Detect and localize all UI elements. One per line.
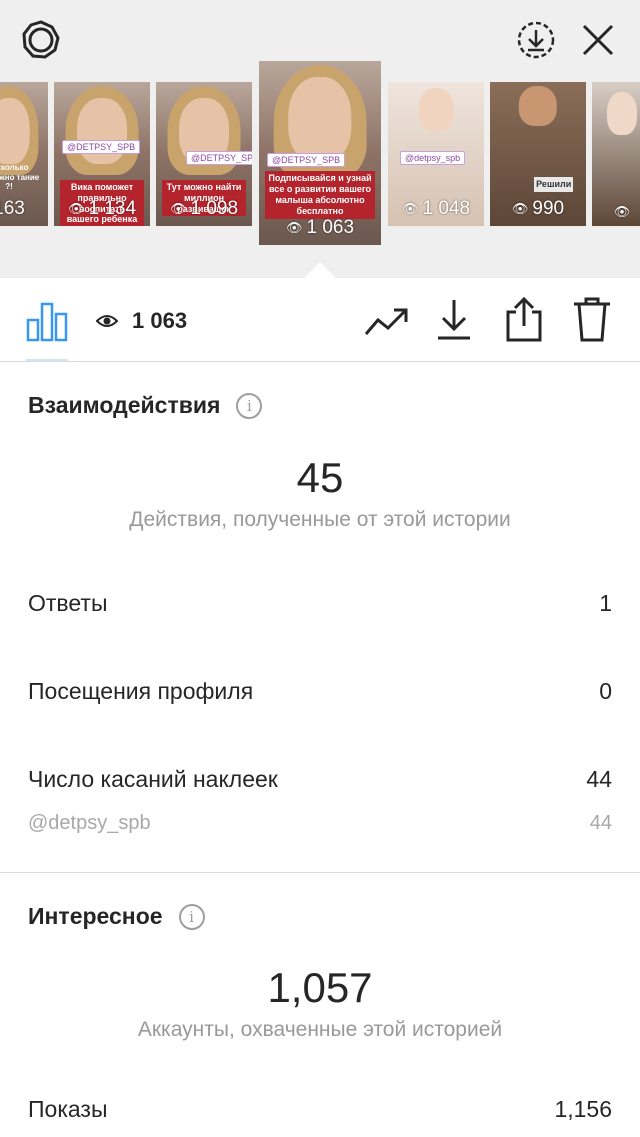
thumbnail-photo [518, 86, 558, 127]
thumbnail-photo [288, 77, 352, 162]
story-views: 👁 1 048 [388, 198, 484, 220]
metric-row-sticker-taps: Число касаний наклеек 44 [28, 766, 612, 793]
discovery-total: 1,057 [267, 964, 373, 1011]
download-icon[interactable] [434, 298, 474, 342]
close-icon[interactable] [576, 18, 620, 62]
mention-sticker: @DETPSY_SPB [267, 153, 346, 167]
story-caption: Подписывайся и узнай все о развитии ваше… [265, 171, 375, 219]
story-view-count: 1 048 [422, 198, 471, 219]
metric-label: Показы [28, 1096, 108, 1122]
metric-subvalue: 44 [589, 812, 612, 834]
story-thumbnail[interactable]: @detpsy_spb 👁 1 048 [388, 82, 484, 226]
story-thumbnail-strip[interactable]: о сколько ть,важно тание ?! 163 @DETPSY_… [0, 61, 640, 246]
promote-trend-icon[interactable] [364, 302, 410, 342]
section-divider [0, 872, 640, 873]
info-icon[interactable]: i [236, 392, 263, 419]
section-title: Интересное [28, 903, 163, 929]
delete-trash-icon[interactable] [572, 296, 612, 342]
thumbnail-photo [0, 98, 30, 165]
story-views: 👁 1 063 [259, 217, 381, 239]
story-header: о сколько ть,важно тание ?! 163 @DETPSY_… [0, 0, 640, 278]
settings-gear-icon[interactable] [19, 18, 63, 62]
thumbnail-photo [77, 98, 127, 165]
section-title: Взаимодействия [28, 392, 221, 418]
story-view-count: 1 134 [88, 198, 137, 219]
story-view-count: 990 [532, 198, 565, 219]
eye-icon [96, 315, 118, 327]
metric-value: 1,156 [554, 1096, 612, 1122]
story-thumbnail-selected[interactable]: @DETPSY_SPB Подписывайся и узнай все о р… [259, 61, 381, 245]
discovery-total-label: Аккаунты, охваченные этой историей [137, 1018, 503, 1041]
metric-label: Число касаний наклеек [28, 766, 278, 792]
story-view-count: 163 [0, 198, 25, 219]
thumbnail-photo [418, 88, 454, 132]
story-views: 163 [0, 198, 48, 220]
active-tab-indicator [26, 359, 68, 361]
metric-value: 1 [599, 590, 612, 616]
view-count: 1 063 [96, 308, 187, 334]
eye-icon: 👁 [285, 220, 303, 235]
story-thumbnail[interactable]: @DETPSY_SPB Тут можно найти миллион разв… [156, 82, 252, 226]
story-views: 👁 1 134 [54, 198, 150, 220]
metric-subrow-mention: @detpsy_spb 44 [28, 812, 612, 835]
thumbnail-photo [607, 92, 637, 136]
metric-row-impressions: Показы 1,156 [28, 1096, 612, 1123]
eye-icon: 👁 [511, 201, 529, 216]
story-caption: Решили [534, 177, 573, 192]
interactions-heading: Взаимодействия i [28, 392, 263, 419]
story-views: 👁 1 098 [156, 198, 252, 220]
selected-story-pointer [304, 262, 336, 278]
eye-icon: 👁 [613, 204, 631, 219]
story-view-count: 1 063 [306, 217, 355, 238]
mention-sticker: @DETPSY_SPB [186, 151, 252, 166]
story-thumbnail[interactable]: Решили 👁 990 [490, 82, 586, 226]
view-count-value: 1 063 [132, 308, 188, 333]
interactions-total: 45 [296, 454, 344, 501]
discovery-heading: Интересное i [28, 903, 205, 930]
story-views: 👁 [592, 204, 640, 220]
eye-icon: 👁 [169, 201, 187, 216]
metric-sublabel: @detpsy_spb [28, 812, 151, 834]
metric-row-replies: Ответы 1 [28, 590, 612, 617]
eye-icon: 👁 [67, 201, 85, 216]
story-thumbnail[interactable]: 👁 [592, 82, 640, 226]
metric-label: Ответы [28, 590, 108, 616]
story-thumbnail[interactable]: @DETPSY_SPB Вика поможет правильно воспи… [54, 82, 150, 226]
story-views: 👁 990 [490, 198, 586, 220]
mention-sticker: @DETPSY_SPB [62, 139, 141, 154]
info-icon[interactable]: i [178, 903, 205, 930]
metric-row-profile-visits: Посещения профиля 0 [28, 678, 612, 705]
metric-value: 44 [586, 766, 612, 792]
story-thumbnail[interactable]: о сколько ть,важно тание ?! 163 [0, 82, 48, 226]
metric-label: Посещения профиля [28, 678, 254, 704]
interactions-total-label: Действия, полученные от этой истории [129, 508, 511, 531]
mention-sticker: @detpsy_spb [400, 151, 466, 166]
story-toolbar: 1 063 [0, 278, 640, 362]
eye-icon: 👁 [401, 201, 419, 216]
save-story-icon[interactable] [514, 18, 558, 62]
story-view-count: 1 098 [190, 198, 239, 219]
metric-value: 0 [599, 678, 612, 704]
story-caption: о сколько ть,важно тание ?! [0, 163, 40, 192]
share-icon[interactable] [504, 296, 544, 342]
insights-chart-icon[interactable] [26, 300, 68, 342]
